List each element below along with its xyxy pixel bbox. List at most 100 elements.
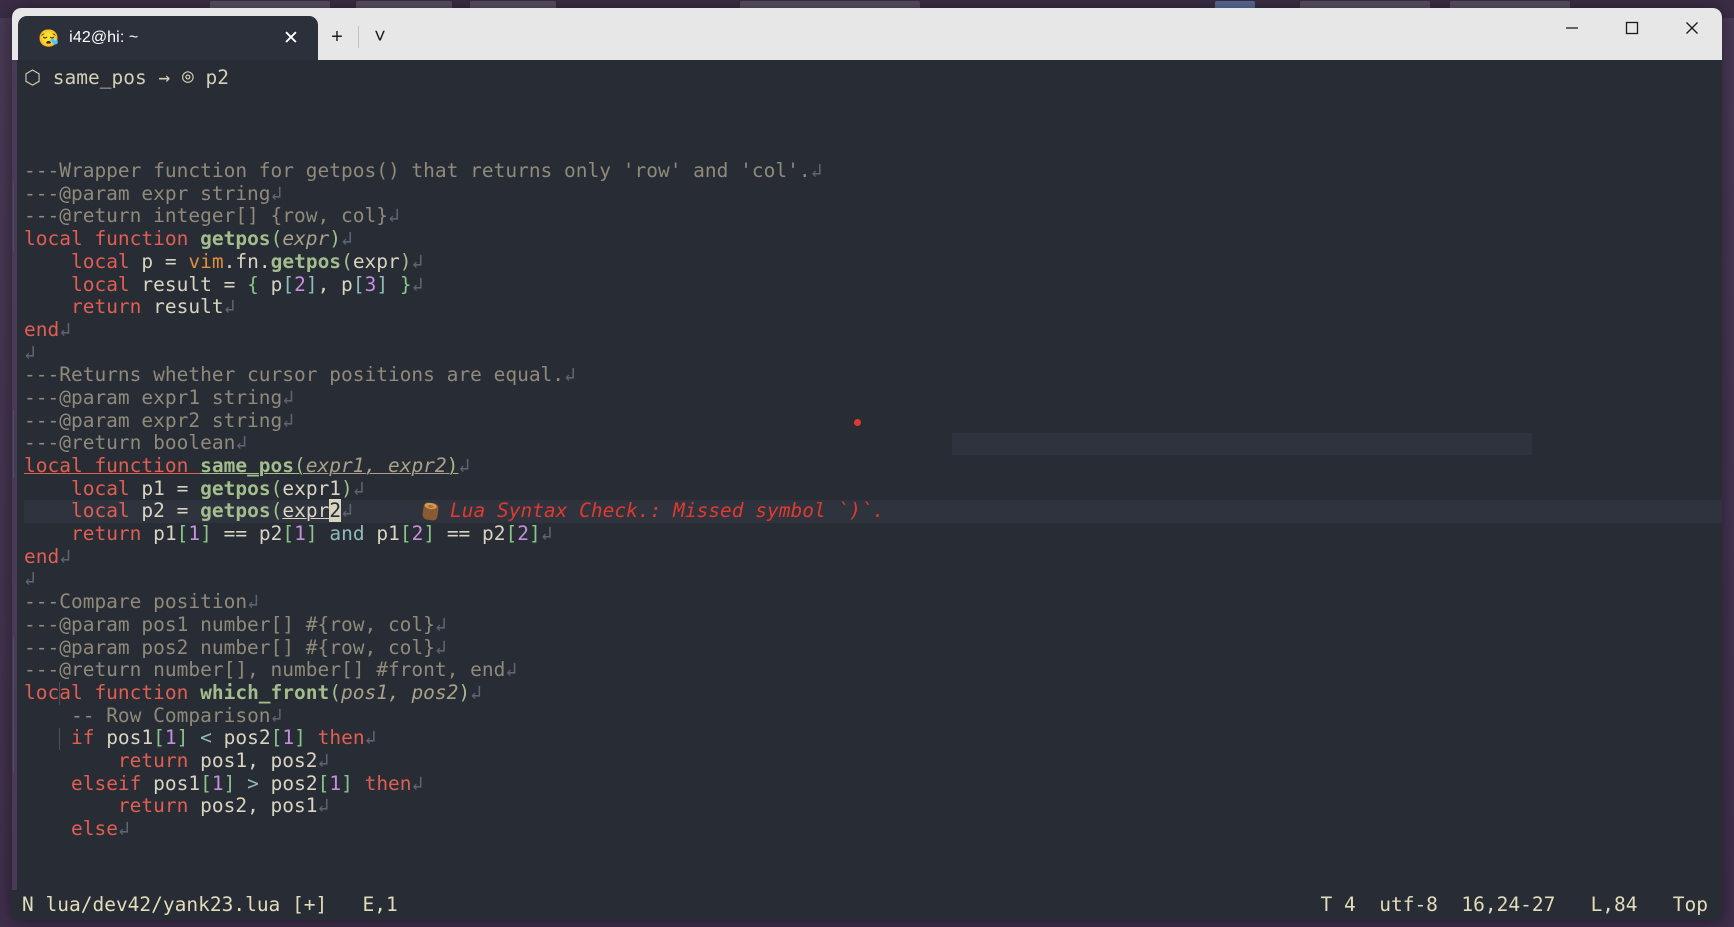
code-token: > xyxy=(247,771,259,795)
code-token: = xyxy=(176,499,189,523)
code-token: pos2, pos1 xyxy=(188,794,318,818)
code-line[interactable]: local function which_front(pos1, pos2)↲ xyxy=(24,680,1722,705)
code-token: getpos xyxy=(200,227,271,251)
text-cursor: 2 xyxy=(329,499,342,523)
code-token: [ xyxy=(282,272,295,296)
code-line[interactable]: return result↲ xyxy=(24,295,1722,319)
code-token: == xyxy=(435,522,483,546)
window-controls xyxy=(1542,8,1722,60)
code-token: < xyxy=(200,726,212,750)
code-token: 2 xyxy=(517,522,530,546)
code-token: getpos xyxy=(270,249,342,273)
code-line[interactable]: -- Row Comparison↲ xyxy=(24,704,1722,728)
code-token: [ xyxy=(399,522,412,546)
code-token: ] xyxy=(294,726,306,750)
eol-marker: ↲ xyxy=(411,249,424,273)
code-token: ] xyxy=(223,771,236,795)
new-tab-button[interactable]: + xyxy=(318,18,356,56)
code-token: getpos xyxy=(200,499,271,523)
code-token: .fn. xyxy=(223,249,271,273)
code-token: local function xyxy=(24,227,201,251)
eol-marker: ↲ xyxy=(352,476,365,500)
neovim-editor[interactable]: ⬡ same_pos → ⌾ p2 ---Wrapper function fo… xyxy=(12,60,1722,920)
code-line[interactable]: local p = vim.fn.getpos(expr)↲ xyxy=(24,249,1722,274)
code-token: return xyxy=(70,295,142,319)
code-line[interactable]: ↲ xyxy=(24,341,1722,365)
eol-marker: ↲ xyxy=(59,317,71,341)
toolbar-divider xyxy=(358,26,359,48)
code-line[interactable]: local p2 = getpos(expr2↲ Lua Syntax Chec… xyxy=(12,499,1722,524)
code-token: ] xyxy=(529,522,541,546)
code-token: local xyxy=(70,272,130,296)
code-line[interactable]: local result = { p[2], p[3] }↲ xyxy=(24,272,1722,297)
code-token: ( xyxy=(341,249,353,273)
code-line[interactable]: ---Returns whether cursor positions are … xyxy=(24,363,1722,387)
code-token: p xyxy=(129,249,165,273)
eol-marker: ↲ xyxy=(282,385,295,409)
code-token: result xyxy=(141,295,224,319)
code-line[interactable]: ---@param expr string↲ xyxy=(24,182,1722,206)
code-line[interactable]: return pos1, pos2↲ xyxy=(24,748,1722,773)
code-line[interactable]: ---@param expr1 string↲ xyxy=(24,385,1722,410)
code-line[interactable]: return pos2, pos1↲ xyxy=(24,795,1722,818)
eol-marker: ↲ xyxy=(411,272,424,296)
code-line[interactable]: if pos1[1] < pos2[1] then↲ xyxy=(24,726,1722,750)
minimize-icon xyxy=(1566,27,1578,29)
status-tabwidth: T 4 xyxy=(1320,892,1356,916)
code-token: ] xyxy=(176,726,189,750)
code-line[interactable]: elseif pos1[1] > pos2[1] then↲ xyxy=(24,771,1722,796)
code-token: ) xyxy=(458,680,471,704)
code-buffer[interactable]: ---Wrapper function for getpos() that re… xyxy=(12,92,1722,886)
breadcrumb-symbol[interactable]: same_pos xyxy=(53,66,147,89)
code-line[interactable]: end↲ xyxy=(24,317,1722,342)
minimize-button[interactable] xyxy=(1542,8,1602,48)
code-token: local xyxy=(70,476,130,500)
code-line[interactable]: ---Wrapper function for getpos() that re… xyxy=(24,159,1722,183)
code-token: expr1, expr2 xyxy=(305,454,447,478)
code-token: 2 xyxy=(411,522,424,546)
code-line[interactable]: ↲ xyxy=(24,568,1722,591)
code-line[interactable]: ---@return number[], number[] #front, en… xyxy=(24,658,1722,682)
code-line[interactable]: ---Compare position↲ xyxy=(24,590,1722,614)
tab-close-button[interactable]: ✕ xyxy=(276,23,306,53)
breadcrumb-variable[interactable]: p2 xyxy=(205,66,228,89)
code-line[interactable]: ---@return integer[] {row, col}↲ xyxy=(24,205,1722,228)
code-line[interactable]: ---@param pos1 number[] #{row, col}↲ xyxy=(24,613,1722,637)
maximize-button[interactable] xyxy=(1602,8,1662,48)
code-line[interactable]: ---@param pos2 number[] #{row, col}↲ xyxy=(24,636,1722,660)
code-token: p1 xyxy=(364,522,400,546)
chevron-down-icon[interactable]: ˅ xyxy=(361,18,399,56)
code-line[interactable]: end↲ xyxy=(24,545,1722,569)
code-token: which_front xyxy=(200,680,330,704)
code-token: and xyxy=(329,522,365,546)
code-line[interactable]: ---@param expr2 string↲ xyxy=(24,409,1722,433)
code-token: ] xyxy=(305,522,318,546)
code-line[interactable]: return p1[1] == p2[1] and p1[2] == p2[2]… xyxy=(24,522,1722,546)
terminal-tab[interactable]: 😪 i42@hi: ~ ✕ xyxy=(18,16,318,60)
code-token: p1 xyxy=(141,522,177,546)
code-token: end xyxy=(24,317,60,341)
eol-marker: ↲ xyxy=(317,748,330,772)
code-token: p2 xyxy=(258,522,283,546)
window-close-button[interactable] xyxy=(1662,8,1722,48)
code-token: getpos xyxy=(200,476,271,500)
code-line[interactable]: local function getpos(expr)↲ xyxy=(24,227,1722,251)
code-token: ] xyxy=(305,272,318,296)
status-filename[interactable]: lua/dev42/yank23.lua xyxy=(46,893,281,917)
eol-marker: ↲ xyxy=(540,522,553,546)
code-line[interactable]: local function same_pos(expr1, expr2)↲ xyxy=(24,454,1722,478)
code-line[interactable]: else↲ xyxy=(24,817,1722,841)
code-line[interactable]: local p1 = getpos(expr1)↲ xyxy=(24,476,1722,501)
